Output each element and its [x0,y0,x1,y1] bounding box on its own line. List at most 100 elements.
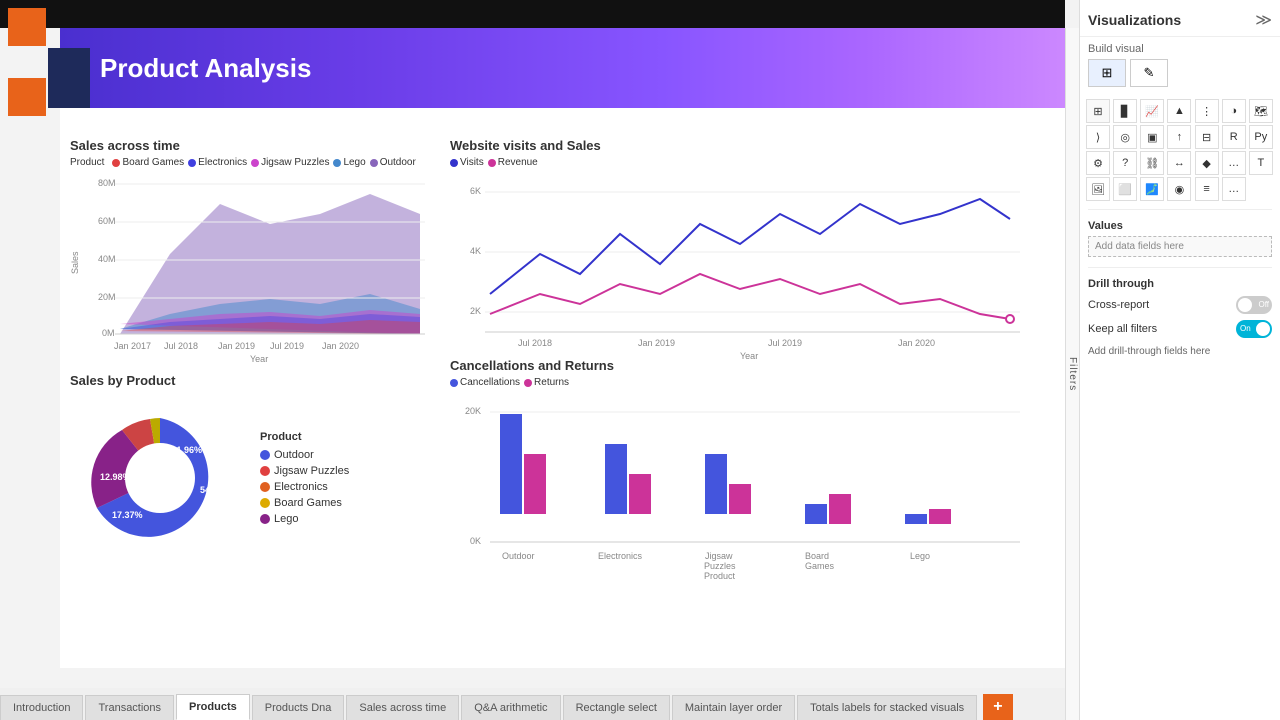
viz-icon-line[interactable]: 📈 [1140,99,1164,123]
tab-transactions[interactable]: Transactions [85,695,174,720]
viz-icon-matrix[interactable]: ⊟ [1195,125,1219,149]
page-title: Product Analysis [100,53,311,84]
tab-add-button[interactable]: + [983,694,1012,720]
viz-icon-r[interactable]: R [1222,125,1246,149]
viz-icon-img[interactable]: 🖼 [1086,177,1110,201]
outdoor-dot [260,450,270,460]
build-visual-buttons: ⊞ ✎ [1088,59,1272,87]
visits-line [490,199,1010,294]
legend-dot-returns [524,379,532,387]
viz-icon-scatter[interactable]: ⋮ [1195,99,1219,123]
viz-icon-pie[interactable]: ◑ [1222,99,1246,123]
cross-report-off-label: Off [1258,300,1269,309]
divider-2 [1088,267,1272,268]
viz-icon-gauge[interactable]: ◎ [1113,125,1137,149]
tab-maintain[interactable]: Maintain layer order [672,695,795,720]
svg-text:0M: 0M [102,328,115,338]
svg-text:40M: 40M [98,254,116,264]
bar-jigsaw-cancel[interactable] [705,454,727,514]
electronics-legend: Electronics [260,481,349,493]
viz-icon-flow[interactable]: ↔ [1167,151,1191,175]
filter-strip: Filters [1065,28,1079,720]
tab-totals[interactable]: Totals labels for stacked visuals [797,695,977,720]
keep-filters-row: Keep all filters On [1088,320,1272,338]
cancellations-section: Cancellations and Returns Cancellations … [450,358,1050,587]
build-table-button[interactable]: ⊞ [1088,59,1126,87]
svg-text:4K: 4K [470,246,481,256]
svg-text:Jul 2019: Jul 2019 [768,338,802,348]
viz-icon-custom[interactable]: ⚙ [1086,151,1110,175]
cross-report-toggle[interactable]: Off [1236,296,1272,314]
svg-text:20K: 20K [465,406,481,416]
cancellations-chart: 20K 0K Outdoor Electronics Jigsaw [450,394,1030,584]
bar-board-cancel[interactable] [805,504,827,524]
viz-icon-slicer[interactable]: ≡ [1195,177,1219,201]
donut-chart: 11.96% 12.98% 54.67% 17.37% [70,398,250,558]
viz-icon-map[interactable]: 🗺 [1249,99,1273,123]
keep-filters-toggle[interactable]: On [1236,320,1272,338]
values-section: Values Add data fields here [1080,216,1280,261]
viz-icon-shape[interactable]: ◆ [1195,151,1219,175]
bar-board-returns[interactable] [829,494,851,524]
sales-time-title: Sales across time [70,138,440,153]
svg-text:12.98%: 12.98% [100,472,131,482]
tab-qa[interactable]: Q&A arithmetic [461,695,560,720]
viz-icon-btn[interactable]: ⬜ [1113,177,1137,201]
viz-icon-more[interactable]: … [1222,151,1246,175]
visits-chart: 6K 4K 2K Jul 2018 Jan 2019 Jul 2019 Jan … [450,174,1030,354]
svg-text:11.96%: 11.96% [172,445,202,455]
sales-time-chart: 80M 60M 40M 20M 0M Sales Jan 2017 Jul 20… [70,174,430,354]
bar-electronics-returns[interactable] [629,474,651,514]
viz-icon-kpi[interactable]: ↑ [1167,125,1191,149]
build-format-button[interactable]: ✎ [1130,59,1168,87]
cancel-legend: Cancellations Returns [450,377,1050,388]
viz-icon-bar[interactable]: ▊ [1113,99,1137,123]
add-drill-fields[interactable]: Add drill-through fields here [1088,346,1272,357]
svg-text:Outdoor: Outdoor [502,551,535,561]
cancel-title: Cancellations and Returns [450,358,1050,373]
tabs-container: Introduction Transactions Products Produ… [0,688,1065,720]
viz-panel-header: Visualizations ≫ [1080,0,1280,37]
tab-products[interactable]: Products [176,694,250,720]
bar-jigsaw-returns[interactable] [729,484,751,514]
boardgames-legend: Board Games [260,497,349,509]
top-bar [0,0,1065,28]
viz-icon-filled-map[interactable]: ◉ [1167,177,1191,201]
viz-icon-azmap[interactable]: 🗾 [1140,177,1164,201]
legend-product-label: Product [70,157,104,168]
viz-icon-decomp[interactable]: ⛓ [1140,151,1164,175]
sales-product-title: Sales by Product [70,373,440,388]
legend-dot-electronics [188,159,196,167]
filter-label: Filters [1067,357,1078,391]
tab-products-dna[interactable]: Products Dna [252,695,345,720]
bar-electronics-cancel[interactable] [605,444,627,514]
viz-icon-table[interactable]: ⊞ [1086,99,1110,123]
logo-dark [48,48,90,108]
viz-icon-qna[interactable]: ? [1113,151,1137,175]
main-content: Sales across time Product Board Games El… [60,108,1065,668]
svg-text:Jan 2019: Jan 2019 [218,341,255,351]
bar-lego-returns[interactable] [929,509,951,524]
svg-text:Jan 2020: Jan 2020 [898,338,935,348]
viz-icon-py[interactable]: Py [1249,125,1273,149]
viz-panel-close-icon[interactable]: ≫ [1255,10,1272,30]
tab-rectangle[interactable]: Rectangle select [563,695,670,720]
viz-icon-card[interactable]: ▣ [1140,125,1164,149]
bar-outdoor-cancel[interactable] [500,414,522,514]
add-data-button[interactable]: Add data fields here [1088,236,1272,257]
viz-icon-funnel[interactable]: ⟩ [1086,125,1110,149]
svg-text:Jul 2018: Jul 2018 [164,341,198,351]
tab-introduction[interactable]: Introduction [0,695,83,720]
drill-through-title: Drill through [1088,278,1272,290]
viz-panel-title: Visualizations [1088,12,1181,28]
viz-icon-dot[interactable]: … [1222,177,1246,201]
viz-icon-area[interactable]: ▲ [1167,99,1191,123]
bar-lego-cancel[interactable] [905,514,927,524]
svg-text:Electronics: Electronics [598,551,643,561]
bar-outdoor-returns[interactable] [524,454,546,514]
tab-sales-time[interactable]: Sales across time [346,695,459,720]
svg-text:Jan 2017: Jan 2017 [114,341,151,351]
divider-1 [1088,209,1272,210]
legend-lego: Lego [333,157,365,168]
viz-icon-text[interactable]: T [1249,151,1273,175]
